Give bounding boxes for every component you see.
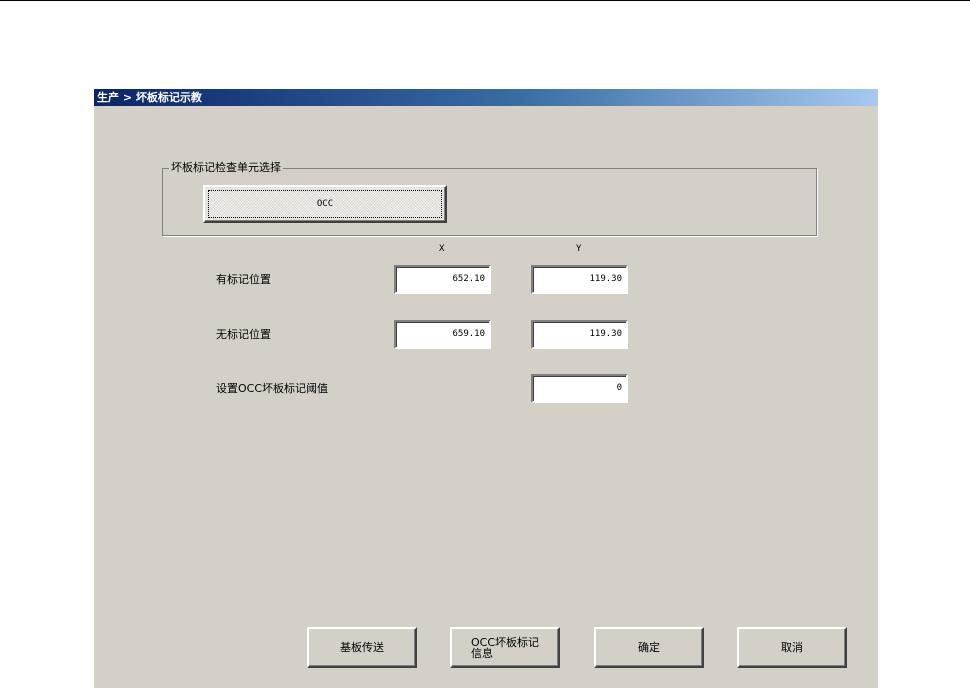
ok-label: 确定: [638, 641, 660, 654]
window-title: 生产 > 坏板标记示教: [94, 89, 878, 106]
occ-mark-info-line1: OCC坏板标记: [470, 635, 540, 649]
occ-unit-button[interactable]: OCC: [203, 185, 447, 223]
cancel-button[interactable]: 取消: [737, 627, 847, 668]
focus-rect: [208, 190, 442, 218]
ok-button[interactable]: 确定: [594, 627, 704, 668]
group-legend: 坏板标记检查单元选择: [169, 161, 283, 175]
occ-mark-info-line2: 信息: [470, 646, 493, 660]
x-column-header: X: [439, 244, 445, 254]
board-transfer-label: 基板传送: [340, 641, 384, 654]
board-transfer-button[interactable]: 基板传送: [307, 627, 417, 668]
occ-mark-info-label: OCC坏板标记 信息: [471, 637, 539, 659]
unmarked-y-input[interactable]: 119.30: [531, 320, 628, 349]
marked-position-label: 有标记位置: [216, 273, 271, 286]
y-column-header: Y: [576, 244, 582, 254]
marked-y-input[interactable]: 119.30: [531, 265, 628, 294]
occ-mark-info-button[interactable]: OCC坏板标记 信息: [450, 627, 560, 668]
cancel-label: 取消: [781, 641, 803, 654]
marked-x-input[interactable]: 652.10: [394, 265, 491, 294]
top-divider: [0, 0, 970, 1]
unmarked-position-label: 无标记位置: [216, 328, 271, 341]
unit-select-group: 坏板标记检查单元选择 OCC: [162, 161, 817, 236]
dialog-window: 生产 > 坏板标记示教 坏板标记检查单元选择 OCC X Y 有标记位置 652…: [93, 88, 878, 688]
threshold-label: 设置OCC坏板标记阈值: [216, 382, 329, 395]
threshold-input[interactable]: 0: [531, 374, 628, 403]
unmarked-x-input[interactable]: 659.10: [394, 320, 491, 349]
